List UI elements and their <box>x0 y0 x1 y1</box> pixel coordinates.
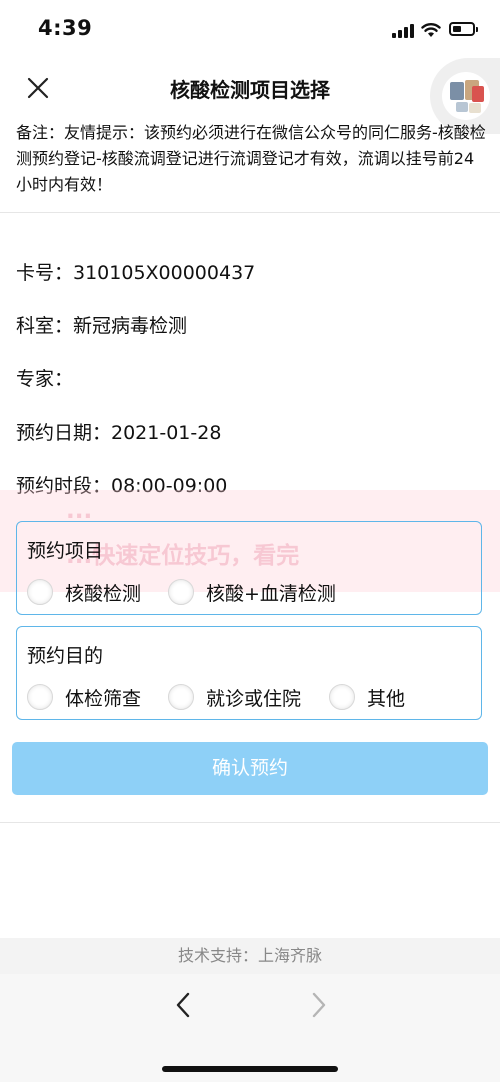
back-arrow-icon[interactable] <box>168 988 198 1022</box>
avatar-thumbnail-icon <box>442 72 490 120</box>
page-title: 核酸检测项目选择 <box>170 78 330 102</box>
home-indicator <box>162 1066 338 1072</box>
radio-label: 其他 <box>367 687 406 710</box>
header: 核酸检测项目选择 <box>0 62 500 116</box>
status-time: 4:39 <box>38 16 93 40</box>
radio-circle-icon <box>27 684 53 710</box>
radio-label: 核酸检测 <box>65 582 142 605</box>
radio-circle-icon <box>168 684 194 710</box>
appointment-item-title: 预约项目 <box>27 540 104 562</box>
appointment-date: 预约日期：2021-01-28 <box>16 422 222 444</box>
radio-other[interactable]: 其他 <box>329 681 405 713</box>
notice-text: 备注：友情提示：该预约必须进行在微信公众号的同仁服务-核酸检测预约登记-核酸流调… <box>16 123 486 194</box>
department: 科室：新冠病毒检测 <box>16 315 188 337</box>
radio-circle-icon <box>27 579 53 605</box>
radio-label: 体检筛查 <box>65 687 142 710</box>
appointment-item-box: 预约项目 核酸检测 核酸+血清检测 <box>16 521 482 615</box>
notice-divider <box>0 212 500 213</box>
radio-label: 就诊或住院 <box>206 687 302 710</box>
forward-arrow-icon[interactable] <box>304 988 334 1022</box>
wifi-icon <box>421 23 441 37</box>
radio-visit-hospital[interactable]: 就诊或住院 <box>168 681 301 713</box>
browser-nav-bar <box>0 974 500 1082</box>
appointment-purpose-title: 预约目的 <box>27 645 104 667</box>
confirm-appointment-button[interactable]: 确认预约 <box>12 742 488 795</box>
card-number: 卡号：310105X00000437 <box>16 262 256 284</box>
appointment-purpose-box: 预约目的 体检筛查 就诊或住院 其他 <box>16 626 482 720</box>
status-bar: 4:39 <box>0 0 500 62</box>
tech-support-text: 技术支持：上海齐脉 <box>0 938 500 974</box>
radio-nucleic-acid[interactable]: 核酸检测 <box>27 576 141 608</box>
radio-circle-icon <box>168 579 194 605</box>
content-divider <box>0 822 500 823</box>
radio-physical-exam[interactable]: 体检筛查 <box>27 681 141 713</box>
signal-icon <box>392 24 416 38</box>
battery-icon <box>449 22 478 36</box>
radio-label: 核酸+血清检测 <box>206 582 336 605</box>
expert: 专家： <box>16 368 74 390</box>
radio-circle-icon <box>329 684 355 710</box>
radio-nucleic-acid-serum[interactable]: 核酸+血清检测 <box>168 576 336 608</box>
